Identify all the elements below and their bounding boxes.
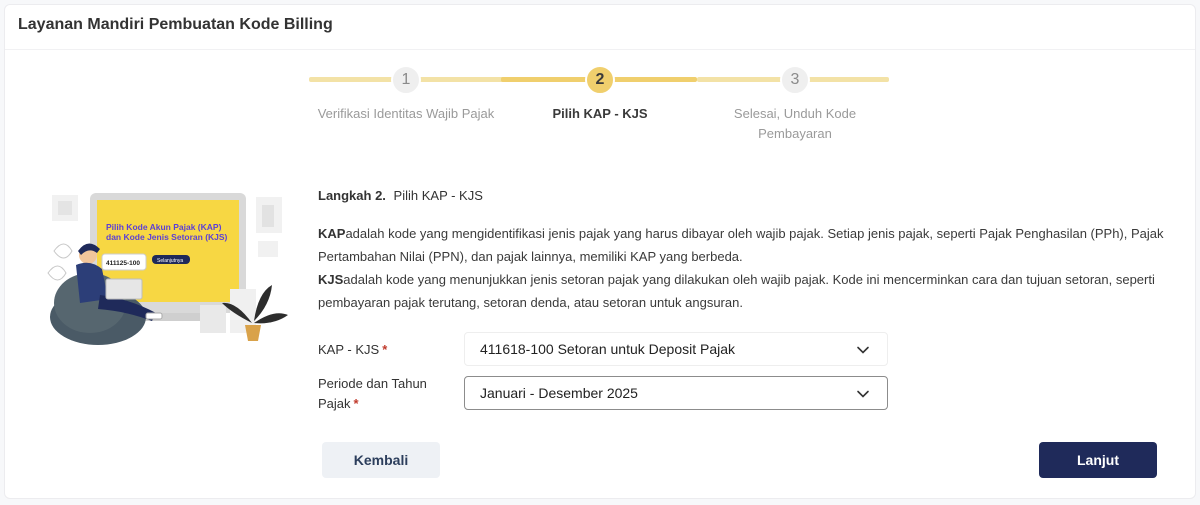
chevron-down-icon — [857, 390, 869, 398]
step-3-circle: 3 — [780, 65, 810, 95]
step-title: Pilih KAP - KJS — [393, 188, 483, 203]
kjs-description: adalah kode yang menunjukkan jenis setor… — [318, 272, 1155, 310]
illus-code-bubble: 411125-100 — [106, 260, 140, 267]
required-mark: * — [353, 396, 359, 411]
kap-kjs-select[interactable]: 411618-100 Setoran untuk Deposit Pajak — [464, 332, 888, 366]
kap-kjs-label: KAP - KJS * — [318, 340, 448, 360]
kap-kjs-label-text: KAP - KJS — [318, 342, 380, 357]
illus-screen-line1: Pilih Kode Akun Pajak (KAP) — [106, 222, 222, 232]
illus-screen-line2: dan Kode Jenis Setoran (KJS) — [106, 232, 228, 242]
step-2-label: Pilih KAP - KJS — [552, 106, 648, 121]
periode-label: Periode dan Tahun Pajak * — [318, 374, 448, 414]
step-description: KAPadalah kode yang mengidentifikasi jen… — [318, 222, 1168, 314]
step-2-circle: 2 — [585, 65, 615, 95]
required-mark: * — [382, 342, 388, 357]
form-row-periode: Periode dan Tahun Pajak * Januari - Desem… — [318, 376, 898, 416]
periode-select[interactable]: Januari - Desember 2025 — [464, 376, 888, 410]
next-button[interactable]: Lanjut — [1039, 442, 1157, 478]
billing-illustration: Pilih Kode Akun Pajak (KAP) dan Kode Jen… — [47, 193, 288, 345]
step-1-circle: 1 — [391, 65, 421, 95]
form-row-kap-kjs: KAP - KJS * 411618-100 Setoran untuk Depo… — [318, 332, 898, 368]
header-divider — [5, 49, 1195, 50]
kap-term: KAP — [318, 226, 346, 241]
back-button[interactable]: Kembali — [322, 442, 440, 478]
step-3-label: Selesai, Unduh Kode Pembayaran — [733, 106, 857, 141]
kjs-term: KJS — [318, 272, 344, 287]
kap-paragraph: KAPadalah kode yang mengidentifikasi jen… — [318, 222, 1168, 268]
step-1-label: Verifikasi Identitas Wajib Pajak — [317, 106, 495, 121]
stepper: 1 2 3 Verifikasi Identitas Wajib Pajak P… — [305, 62, 889, 142]
kap-kjs-value: 411618-100 Setoran untuk Deposit Pajak — [480, 341, 736, 357]
kjs-paragraph: KJSadalah kode yang menunjukkan jenis se… — [318, 268, 1168, 314]
periode-value: Januari - Desember 2025 — [480, 385, 638, 401]
kap-description: adalah kode yang mengidentifikasi jenis … — [318, 226, 1164, 264]
step-content: Langkah 2. Pilih KAP - KJS KAPadalah kod… — [318, 186, 1168, 314]
illus-screen-button: Selanjutnya — [157, 258, 183, 264]
periode-label-text: Periode dan Tahun Pajak — [318, 376, 427, 411]
step-prefix: Langkah 2. — [318, 188, 386, 203]
chevron-down-icon — [857, 346, 869, 354]
page-title: Layanan Mandiri Pembuatan Kode Billing — [18, 16, 333, 33]
step-heading: Langkah 2. Pilih KAP - KJS — [318, 186, 1168, 206]
